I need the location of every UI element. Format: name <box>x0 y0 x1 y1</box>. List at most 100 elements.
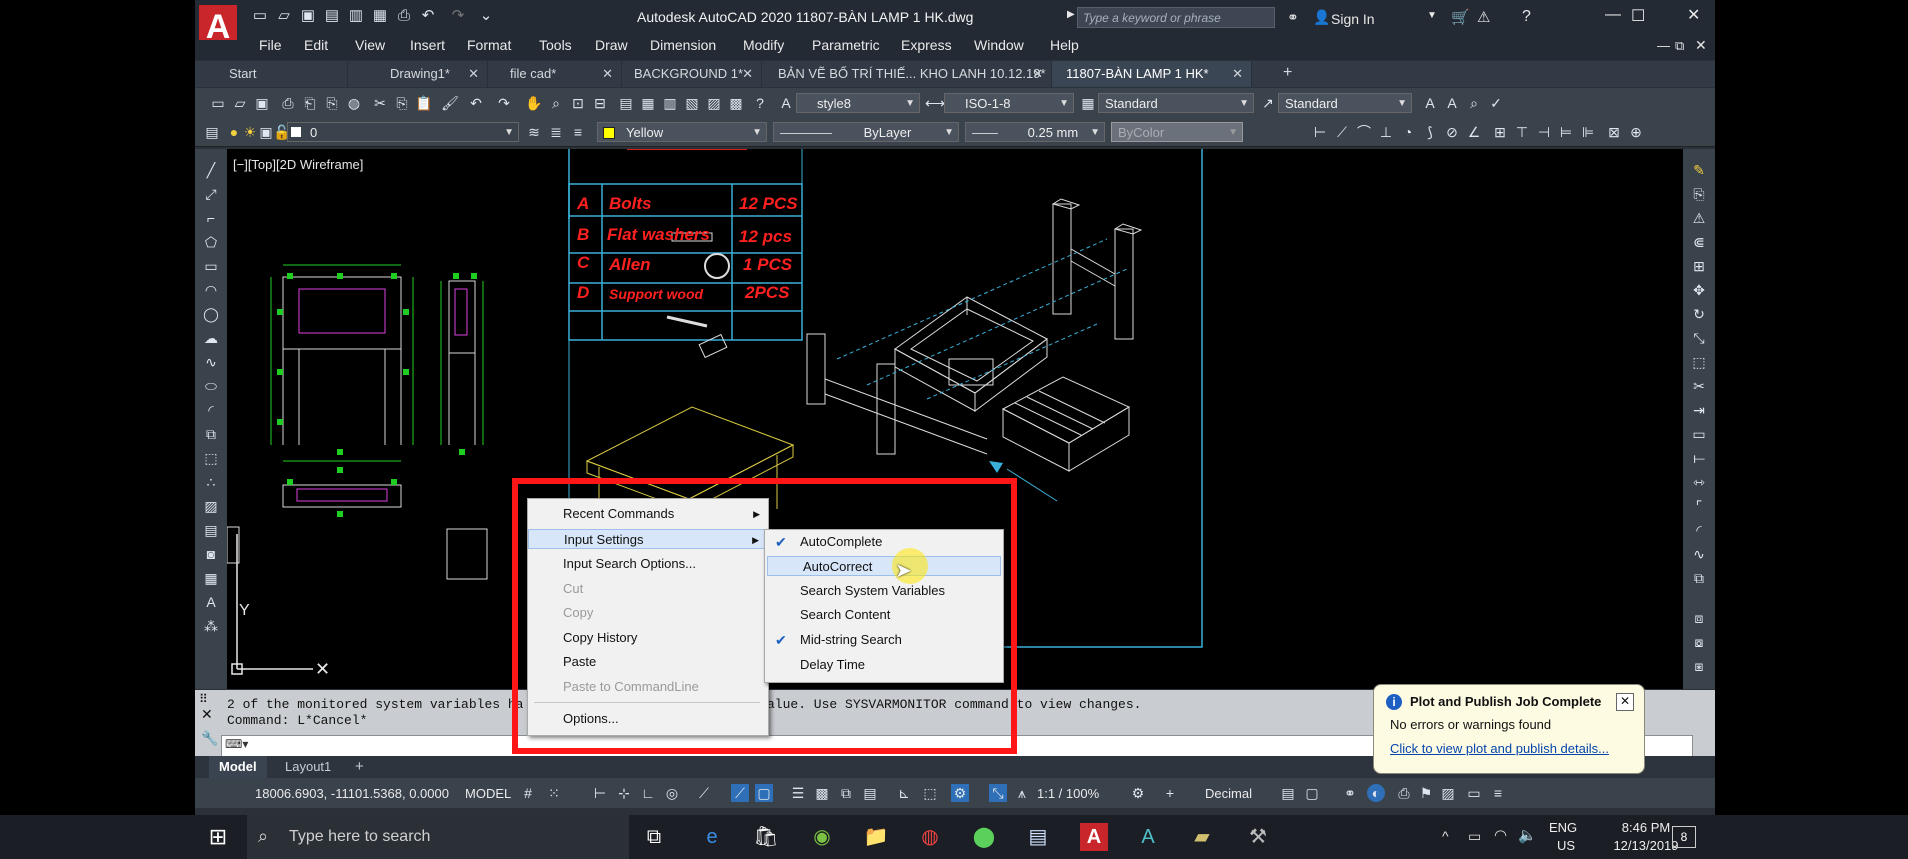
infer-constraints-icon[interactable]: ⊢ <box>591 784 609 802</box>
annotation-monitor-icon[interactable]: + <box>1161 784 1179 802</box>
trim-icon[interactable]: ✂ <box>1690 377 1708 395</box>
sign-in-link[interactable]: Sign In <box>1331 11 1375 27</box>
arc-icon[interactable]: ◠ <box>202 281 220 299</box>
array-icon[interactable]: ⊞ <box>1690 257 1708 275</box>
rotate-icon[interactable]: ↻ <box>1690 305 1708 323</box>
annotation-scale-value[interactable]: 1:1 / 100% <box>1037 786 1099 801</box>
ellipse-arc-icon[interactable]: ◜ <box>202 401 220 419</box>
plot-publish-tray-icon[interactable]: ⎙ <box>1395 784 1413 802</box>
user-icon[interactable]: 👤 <box>1313 9 1330 26</box>
tab-background-1[interactable]: BACKGROUND 1* ✕ <box>622 61 762 87</box>
input-language[interactable]: ENG <box>1549 820 1577 835</box>
design-center-icon[interactable]: ▦ <box>639 94 657 112</box>
volume-icon[interactable]: 🔈 <box>1518 826 1537 844</box>
plot-icon[interactable]: ⎙ <box>279 94 297 112</box>
units-dropdown[interactable]: Decimal <box>1205 786 1252 801</box>
edge-browser-icon[interactable]: e <box>698 823 726 851</box>
mtext-icon[interactable]: A <box>1443 94 1461 112</box>
layer-dropdown[interactable]: 0 ▼ <box>287 122 519 142</box>
plot-icon[interactable]: ⎙ <box>395 8 413 24</box>
offset-icon[interactable]: ⋐ <box>1690 233 1708 251</box>
doc-minimize-icon[interactable]: — <box>1657 38 1670 53</box>
color-dropdown[interactable]: Yellow ▼ <box>597 122 767 142</box>
close-icon[interactable]: ✕ <box>1232 61 1243 87</box>
multileader-style-dropdown[interactable]: Standard ▼ <box>1278 93 1412 113</box>
publish-icon[interactable]: ⎘ <box>323 94 341 112</box>
grip-icon[interactable]: ⠿ <box>199 692 208 706</box>
zoom-previous-icon[interactable]: ⊟ <box>591 94 609 112</box>
fillet-icon[interactable]: ◜ <box>1690 521 1708 539</box>
search-expand-icon[interactable]: ▶ <box>1067 9 1075 20</box>
angular-icon[interactable]: ∠ <box>1465 123 1483 141</box>
close-icon[interactable]: ✕ <box>742 61 753 87</box>
task-view-icon[interactable]: ⧉ <box>640 823 668 851</box>
menu-edit[interactable]: Edit <box>304 37 328 53</box>
menu-item-autocomplete[interactable]: ✔ AutoComplete <box>765 532 1003 552</box>
undo-icon[interactable]: ↶ <box>467 94 485 112</box>
auto-scale-icon[interactable]: ⤡ <box>989 784 1007 802</box>
send-back-icon[interactable]: ⧆ <box>1690 657 1708 675</box>
menu-insert[interactable]: Insert <box>410 37 445 53</box>
cart-icon[interactable]: 🛒 <box>1451 8 1470 26</box>
line-icon[interactable]: ╱ <box>202 161 220 179</box>
tolerance-icon[interactable]: ⊠ <box>1605 123 1623 141</box>
tab-start[interactable]: Start <box>195 61 348 87</box>
tab-model[interactable]: Model <box>209 756 267 778</box>
baseline-icon[interactable]: ⊤ <box>1513 123 1531 141</box>
close-icon[interactable]: ✕ <box>602 61 613 87</box>
autocad-lt-taskbar-icon[interactable]: A <box>1134 823 1162 851</box>
spell-check-icon[interactable]: ✓ <box>1487 94 1505 112</box>
doc-close-icon[interactable]: ✕ <box>1695 37 1707 54</box>
move-icon[interactable]: ✥ <box>1690 281 1708 299</box>
menu-view[interactable]: View <box>355 37 385 53</box>
region-icon[interactable]: ◙ <box>202 545 220 563</box>
ellipse-icon[interactable]: ⬭ <box>202 377 220 395</box>
model-space-toggle[interactable]: MODEL <box>465 786 511 801</box>
layer-properties-icon[interactable]: ▤ <box>203 123 221 141</box>
mtext-icon[interactable]: A <box>202 593 220 611</box>
properties-icon[interactable]: ▤ <box>617 94 635 112</box>
save-web-icon[interactable]: ▦ <box>371 8 389 24</box>
help-icon[interactable]: ? <box>1522 8 1531 26</box>
circle-icon[interactable]: ◯ <box>202 305 220 323</box>
wifi-icon[interactable]: ◠ <box>1494 826 1507 844</box>
show-hidden-icons-icon[interactable]: ^ <box>1442 828 1449 844</box>
workspace-gear-icon[interactable]: ⚙ <box>1129 784 1147 802</box>
find-text-icon[interactable]: ⌕ <box>1465 94 1483 112</box>
windows-start-icon[interactable]: ⊞ <box>204 823 232 851</box>
help-icon[interactable]: ? <box>751 94 769 112</box>
menu-item-input-search-options[interactable]: Input Search Options... <box>528 554 768 574</box>
erase-icon[interactable]: ✎ <box>1690 161 1708 179</box>
close-icon[interactable]: ✕ <box>1616 693 1634 711</box>
dynamic-input-icon[interactable]: ⊹ <box>615 784 633 802</box>
menu-modify[interactable]: Modify <box>743 37 784 53</box>
save-icon[interactable]: ▣ <box>253 94 271 112</box>
customization-icon[interactable]: ≡ <box>1489 784 1507 802</box>
layer-state-icon[interactable]: ≡ <box>569 123 587 141</box>
coordinates-readout[interactable]: 18006.6903, -11101.5368, 0.0000 <box>255 786 449 801</box>
object-snap-icon[interactable]: ▢ <box>755 784 773 802</box>
document-app-icon[interactable]: ▤ <box>1024 823 1052 851</box>
ordinate-icon[interactable]: ⊥ <box>1377 123 1395 141</box>
autodesk-app-store-icon[interactable]: ⚠ <box>1477 8 1490 26</box>
close-icon[interactable]: ✕ <box>1687 5 1700 25</box>
store-icon[interactable]: 🛍 <box>752 823 780 851</box>
tab-layout1[interactable]: Layout1 <box>275 756 341 778</box>
new-tab-button[interactable]: + <box>1283 64 1292 82</box>
3dprint-icon[interactable]: ◍ <box>345 94 363 112</box>
close-icon[interactable]: ✕ <box>1032 61 1043 87</box>
bring-front-icon[interactable]: ⧇ <box>1690 633 1708 651</box>
menu-tools[interactable]: Tools <box>539 37 572 53</box>
revcloud-icon[interactable]: ☁ <box>202 329 220 347</box>
battery-icon[interactable]: ▭ <box>1468 828 1481 845</box>
selection-cycling-icon[interactable]: ⧉ <box>837 784 855 802</box>
center-mark-icon[interactable]: ⊕ <box>1627 123 1645 141</box>
menu-item-options[interactable]: Options... <box>528 709 768 729</box>
space-icon[interactable]: ⊨ <box>1557 123 1575 141</box>
markup-icon[interactable]: ▨ <box>705 94 723 112</box>
menu-draw[interactable]: Draw <box>595 37 628 53</box>
binoculars-icon[interactable]: ⚭ <box>1287 9 1299 26</box>
add-selected-icon[interactable]: ⁂ <box>202 617 220 635</box>
aligned-dimension-icon[interactable]: ⟋ <box>1333 123 1351 141</box>
qnew-icon[interactable]: ▭ <box>209 94 227 112</box>
